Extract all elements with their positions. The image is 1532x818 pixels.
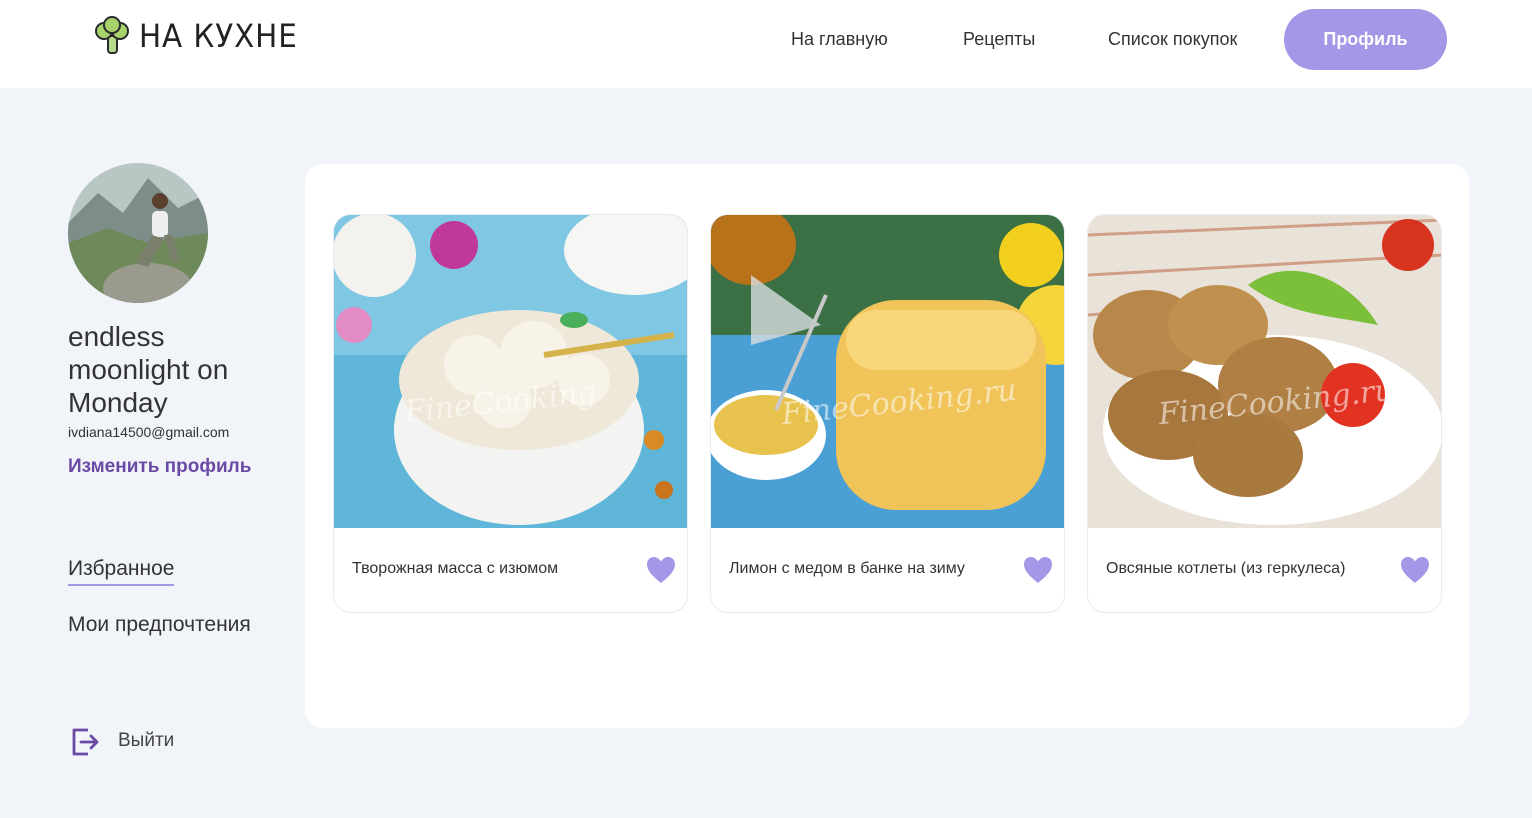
recipe-image: FineCooking <box>334 215 687 528</box>
nav-shopping-list[interactable]: Список покупок <box>1108 29 1237 50</box>
top-header: НА КУХНЕ На главную Рецепты Список покуп… <box>0 0 1532 88</box>
logout-icon <box>72 728 99 756</box>
edit-profile-link[interactable]: Изменить профиль <box>68 456 251 478</box>
user-email: ivdiana14500@gmail.com <box>68 424 230 440</box>
recipe-card[interactable]: FineCooking.ru Овсяные котлеты (из герку… <box>1087 214 1442 613</box>
heart-icon[interactable] <box>1399 555 1431 585</box>
nav-home[interactable]: На главную <box>791 29 888 50</box>
user-name: endless moonlight on Monday <box>68 321 229 418</box>
logo-text: НА КУХНЕ <box>139 17 298 55</box>
heart-icon[interactable] <box>645 555 677 585</box>
sidebar-item-favorites[interactable]: Избранное <box>68 557 175 586</box>
sidebar-item-preferences[interactable]: Мои предпочтения <box>68 613 251 637</box>
logo[interactable]: НА КУХНЕ <box>93 16 312 56</box>
avatar <box>68 163 208 303</box>
recipe-image: FineCooking.ru <box>1088 215 1441 528</box>
broccoli-icon <box>95 16 129 54</box>
heart-icon[interactable] <box>1022 555 1054 585</box>
recipe-title: Овсяные котлеты (из геркулеса) <box>1106 560 1346 577</box>
logout-button[interactable]: Выйти <box>68 724 174 758</box>
recipe-card[interactable]: FineCooking.ru Лимон с медом в банке на … <box>710 214 1065 613</box>
recipe-image: FineCooking.ru <box>711 215 1064 528</box>
profile-button[interactable]: Профиль <box>1284 9 1447 70</box>
recipe-card[interactable]: FineCooking Творожная масса с изюмом <box>333 214 688 613</box>
recipe-title: Лимон с медом в банке на зиму <box>729 560 965 577</box>
nav-recipes[interactable]: Рецепты <box>963 29 1035 50</box>
logout-label: Выйти <box>118 730 175 751</box>
recipe-title: Творожная масса с изюмом <box>352 560 559 577</box>
